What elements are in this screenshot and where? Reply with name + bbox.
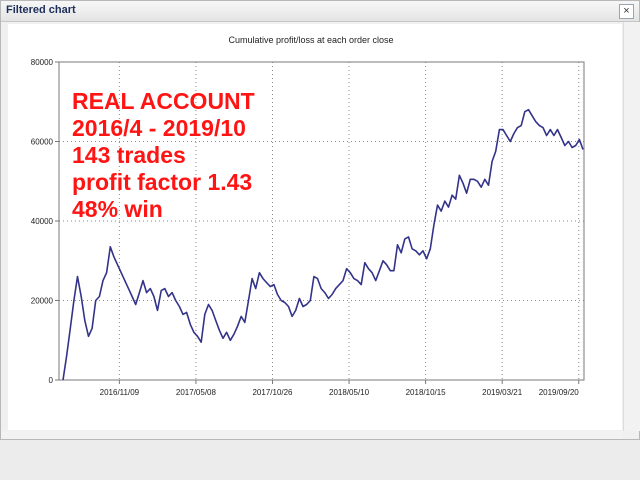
y-axis-ticks: 0 20000 40000 60000 80000 [31,58,59,385]
y-tick-label: 0 [49,376,54,385]
horizontal-scrollbar[interactable] [1,431,623,439]
y-tick-label: 40000 [31,217,54,226]
x-tick-label: 2017/10/26 [252,388,293,397]
window-title: Filtered chart [6,4,76,16]
cumulative-pl-chart: Cumulative profit/loss at each order clo… [31,35,585,397]
title-bar[interactable]: Filtered chart × [1,1,639,22]
y-tick-label: 60000 [31,138,54,147]
y-tick-label: 20000 [31,297,54,306]
chart-canvas: Cumulative profit/loss at each order clo… [8,24,622,430]
overlay-line: profit factor 1.43 [72,169,253,195]
x-tick-label: 2016/11/09 [100,388,140,397]
overlay-line: 2016/4 - 2019/10 [72,115,246,141]
chart-title: Cumulative profit/loss at each order clo… [228,35,393,45]
overlay-line: REAL ACCOUNT [72,88,255,114]
vertical-scrollbar[interactable] [623,22,640,431]
close-button[interactable]: × [619,4,634,19]
x-tick-label: 2018/10/15 [406,388,447,397]
account-summary-overlay: REAL ACCOUNT 2016/4 - 2019/10 143 trades pr… [72,88,255,223]
x-tick-label: 2019/09/20 [539,388,580,397]
x-tick-label: 2018/05/10 [329,388,370,397]
filtered-chart-window: Filtered chart × Cumulative profit/loss … [0,0,640,440]
x-tick-label: 2019/03/21 [482,388,523,397]
x-axis-ticks: 2016/11/09 2017/05/08 2017/10/26 2018/05/10… [100,380,580,397]
overlay-line: 143 trades [72,142,186,168]
x-tick-label: 2017/05/08 [176,388,217,397]
overlay-line: 48% win [72,196,163,222]
y-tick-label: 80000 [31,58,54,67]
status-strip [0,440,640,480]
